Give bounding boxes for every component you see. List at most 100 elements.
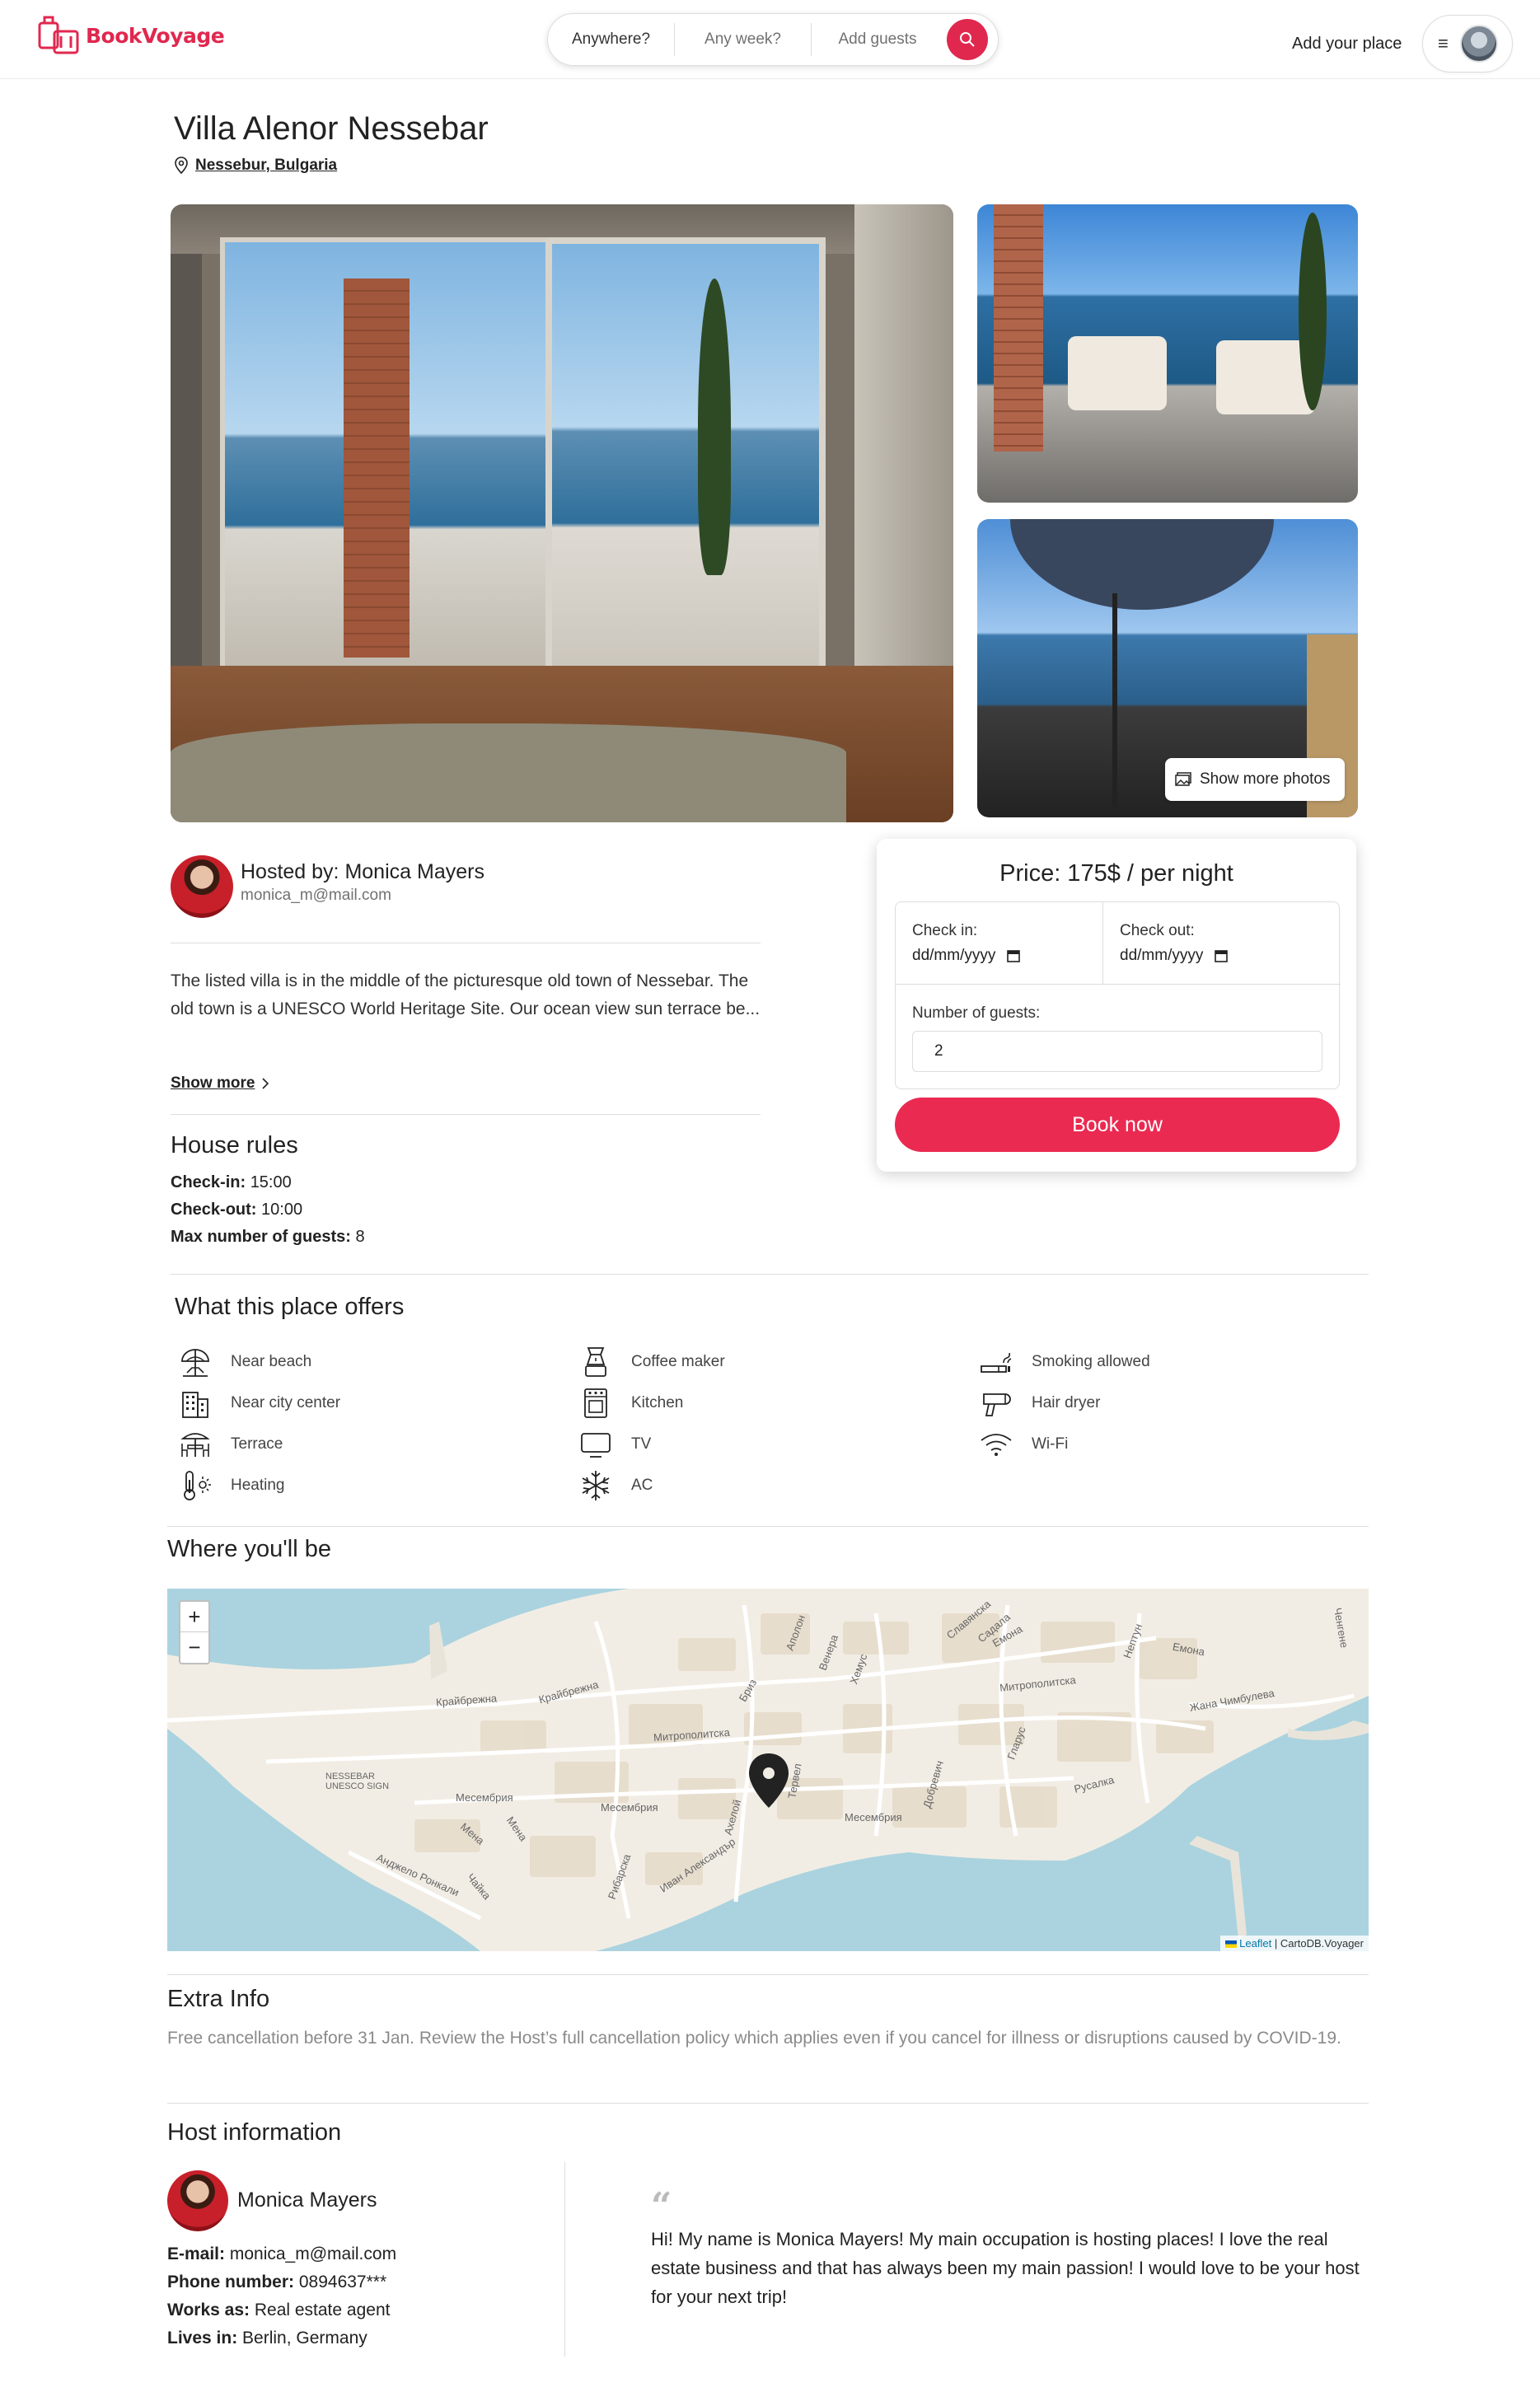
rule-checkin: Check-in: 15:00: [171, 1173, 292, 1192]
photo-cypress: [698, 279, 731, 575]
check-in-date-input[interactable]: dd/mm/yyyy: [912, 947, 1021, 965]
search-where[interactable]: Anywhere?: [548, 23, 675, 56]
zoom-out-button[interactable]: −: [180, 1632, 208, 1663]
check-out-label: Check out:: [1120, 922, 1195, 939]
check-out-field[interactable]: Check out: dd/mm/yyyy: [1103, 902, 1341, 985]
search-button[interactable]: [947, 19, 988, 60]
building-icon: [178, 1386, 213, 1421]
show-more-photos-button[interactable]: Show more photos: [1165, 758, 1345, 801]
photo-chair: [1068, 336, 1167, 410]
amenity-label: TV: [631, 1435, 652, 1453]
host-email-value: monica_m@mail.com: [229, 2245, 397, 2263]
host-lives-label: Lives in:: [167, 2329, 238, 2347]
map-label: Месембрия: [845, 1811, 902, 1823]
ukraine-flag-icon: [1224, 1940, 1237, 1949]
listing-description: The listed villa is in the middle of the…: [171, 971, 761, 1018]
listing-title: Villa Alenor Nessebar: [174, 110, 489, 147]
add-your-place-link[interactable]: Add your place: [1292, 35, 1402, 54]
location-map[interactable]: Крайбрежна Крайбрежна Митрополитска Митр…: [167, 1589, 1369, 1951]
thermometer-icon: [178, 1468, 213, 1503]
photo-balcony-door: [545, 237, 826, 732]
amenity-label: Hair dryer: [1032, 1394, 1101, 1411]
where-heading: Where you'll be: [167, 1536, 331, 1562]
side-photo-terrace[interactable]: [977, 204, 1358, 503]
map-pin-icon: [175, 157, 188, 175]
top-navbar: BookVoyage Anywhere? Any week? Add guest…: [0, 0, 1540, 79]
extra-info-text: Free cancellation before 31 Jan. Review …: [167, 2029, 1341, 2048]
user-menu-button[interactable]: ≡: [1422, 15, 1513, 73]
amenity-label: Terrace: [231, 1435, 283, 1453]
amenity-hair-dryer: Hair dryer: [979, 1386, 1100, 1421]
coffee-maker-icon: [578, 1345, 613, 1379]
house-rules-heading: House rules: [171, 1132, 298, 1159]
book-now-button[interactable]: Book now: [895, 1098, 1340, 1152]
guests-input[interactable]: 2: [912, 1031, 1322, 1072]
search-when[interactable]: Any week?: [675, 23, 812, 56]
listing-location-link[interactable]: Nessebur, Bulgaria: [174, 157, 337, 175]
rule-max-value: 8: [355, 1228, 365, 1246]
divider: [167, 2103, 1369, 2104]
rule-max-guests: Max number of guests: 8: [171, 1228, 365, 1247]
price-per-night: Price: 175$ / per night: [999, 860, 1233, 887]
show-more-link[interactable]: Show more: [171, 1074, 269, 1093]
check-in-label: Check in:: [912, 922, 978, 939]
host-email: monica_m@mail.com: [241, 887, 391, 904]
show-more-photos-label: Show more photos: [1200, 770, 1331, 788]
rule-checkout-value: 10:00: [261, 1201, 303, 1219]
host-phone-value: 0894637***: [298, 2273, 387, 2291]
map-label: Месембрия: [601, 1801, 658, 1814]
location-text: Nessebur, Bulgaria: [195, 157, 338, 174]
photo-umbrella-pole: [1112, 593, 1117, 807]
chevron-right-icon: [262, 1078, 269, 1089]
search-bar[interactable]: Anywhere? Any week? Add guests: [547, 13, 999, 66]
search-icon: [960, 32, 975, 47]
amenity-ac: AC: [578, 1468, 653, 1503]
host-works-label: Works as:: [167, 2301, 250, 2319]
rule-checkout-label: Check-out:: [171, 1201, 257, 1219]
host-email-line: E-mail: monica_m@mail.com: [167, 2245, 396, 2264]
search-guests[interactable]: Add guests: [812, 14, 943, 65]
brand-logo[interactable]: BookVoyage: [36, 15, 225, 56]
calendar-icon: [1215, 950, 1229, 962]
luggage-icon: [38, 16, 79, 54]
host-info-name: Monica Mayers: [237, 2188, 377, 2212]
host-phone-label: Phone number:: [167, 2273, 295, 2291]
host-quote: Hi! My name is Monica Mayers! My main oc…: [651, 2229, 1360, 2307]
amenity-near-city-center: Near city center: [178, 1386, 340, 1421]
tv-icon: [578, 1427, 613, 1462]
amenity-label: Smoking allowed: [1032, 1353, 1150, 1370]
host-info-avatar: [167, 2170, 228, 2231]
map-label: Месембрия: [456, 1791, 513, 1804]
divider: [167, 1974, 1369, 1975]
leaflet-link[interactable]: Leaflet: [1239, 1937, 1271, 1950]
offers-heading: What this place offers: [175, 1294, 405, 1320]
amenity-tv: TV: [578, 1427, 651, 1462]
check-out-date-input[interactable]: dd/mm/yyyy: [1120, 947, 1229, 965]
quote-icon: “: [651, 2185, 672, 2227]
guests-label: Number of guests:: [912, 1004, 1041, 1022]
stove-icon: [578, 1386, 613, 1421]
photo-bed: [171, 723, 846, 822]
host-works-line: Works as: Real estate agent: [167, 2301, 390, 2320]
amenity-label: Near city center: [231, 1394, 341, 1411]
rule-max-label: Max number of guests:: [171, 1228, 351, 1246]
amenity-label: Coffee maker: [631, 1353, 725, 1370]
host-avatar: [171, 855, 233, 918]
zoom-in-button[interactable]: +: [180, 1602, 208, 1632]
images-icon: [1175, 772, 1191, 786]
cigarette-icon: [979, 1345, 1013, 1379]
amenity-smoking-allowed: Smoking allowed: [979, 1345, 1150, 1379]
amenity-wifi: Wi-Fi: [979, 1427, 1068, 1462]
photo-brick-pillar: [344, 279, 410, 658]
user-avatar: [1459, 25, 1498, 63]
check-in-field[interactable]: Check in: dd/mm/yyyy: [896, 902, 1103, 985]
amenity-terrace: Terrace: [178, 1427, 283, 1462]
beach-umbrella-icon: [178, 1345, 213, 1379]
booking-card: Price: 175$ / per night Check in: dd/mm/…: [877, 839, 1356, 1172]
extra-info-heading: Extra Info: [167, 1986, 270, 2012]
map-zoom-control: + −: [179, 1600, 210, 1664]
amenity-kitchen: Kitchen: [578, 1386, 683, 1421]
main-photo[interactable]: [171, 204, 953, 822]
map-label: NESSEBAR UNESCO SIGN: [325, 1772, 390, 1791]
divider: [171, 1114, 761, 1115]
